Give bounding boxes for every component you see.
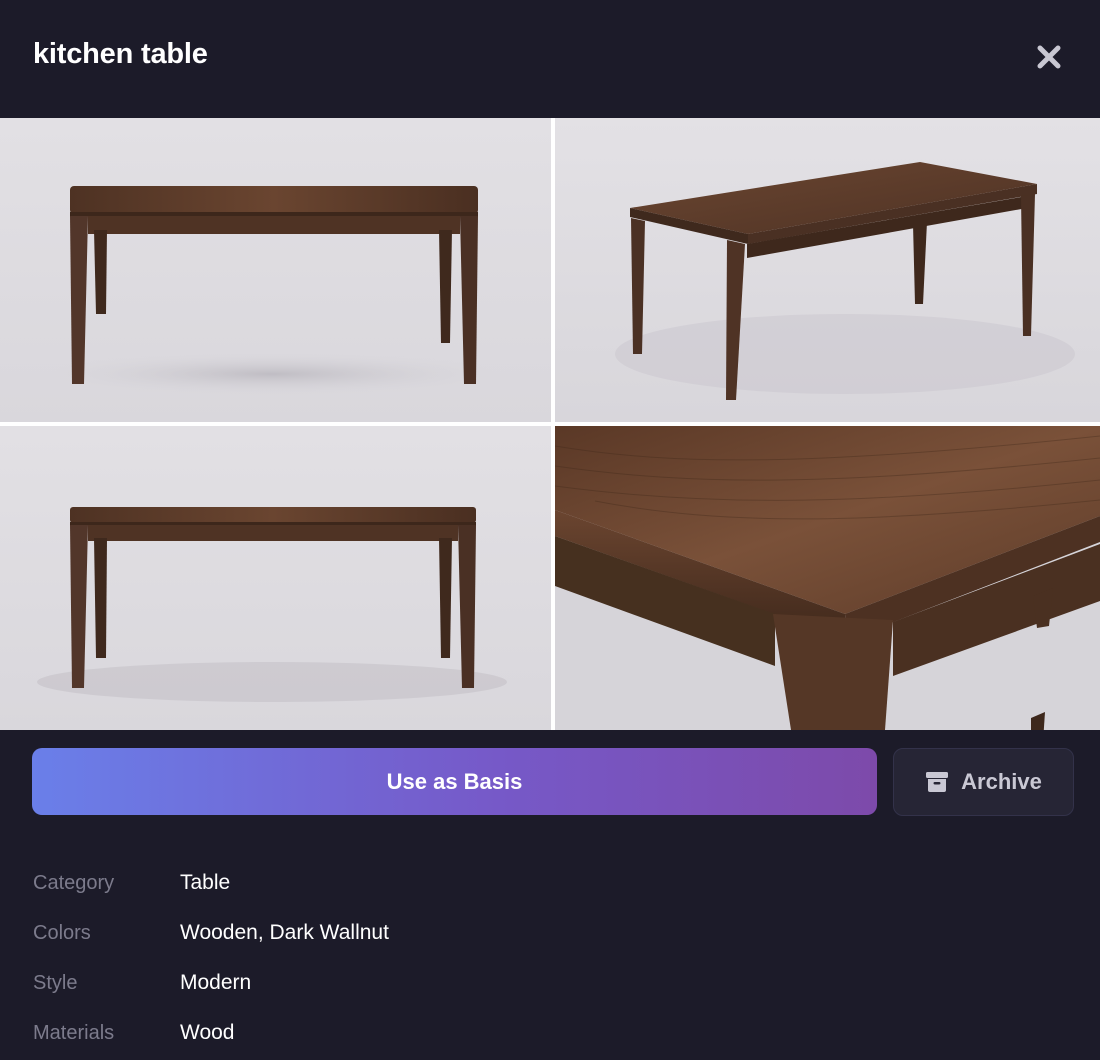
modal-title: kitchen table xyxy=(33,38,208,70)
detail-value: Wooden, Dark Wallnut xyxy=(180,921,389,944)
table-photo xyxy=(0,118,551,422)
gallery-image-front[interactable] xyxy=(0,118,551,422)
archive-box-icon xyxy=(926,772,949,792)
detail-label: Materials xyxy=(33,1022,115,1044)
archive-button[interactable]: Archive xyxy=(893,748,1074,816)
detail-value: Wood xyxy=(180,1021,235,1044)
table-photo xyxy=(555,426,1100,730)
archive-label: Archive xyxy=(961,769,1042,794)
gallery-image-closeup[interactable] xyxy=(555,426,1100,730)
close-button[interactable] xyxy=(1030,38,1068,76)
use-as-basis-label: Use as Basis xyxy=(386,768,523,794)
detail-label: Category xyxy=(33,872,115,894)
image-gallery xyxy=(0,118,1100,730)
detail-row-category: Category Table xyxy=(33,860,1063,910)
detail-row-materials: Materials Wood xyxy=(33,1010,1063,1060)
product-detail-modal: kitchen table Use as Basis Archive Categ… xyxy=(0,0,1100,1060)
gallery-image-front-alt[interactable] xyxy=(0,426,551,730)
detail-label: Colors xyxy=(33,922,91,944)
modal-header: kitchen table xyxy=(0,0,1100,118)
use-as-basis-button[interactable]: Use as Basis xyxy=(32,748,877,815)
close-icon xyxy=(1037,45,1061,69)
detail-value: Table xyxy=(180,871,231,894)
table-photo xyxy=(0,426,551,730)
detail-row-colors: Colors Wooden, Dark Wallnut xyxy=(33,910,1063,960)
detail-value: Modern xyxy=(180,971,252,994)
detail-label: Style xyxy=(33,972,78,994)
table-photo xyxy=(555,118,1100,422)
product-details: Category Table Colors Wooden, Dark Walln… xyxy=(33,860,1063,1060)
detail-row-style: Style Modern xyxy=(33,960,1063,1010)
gallery-image-angle[interactable] xyxy=(555,118,1100,422)
